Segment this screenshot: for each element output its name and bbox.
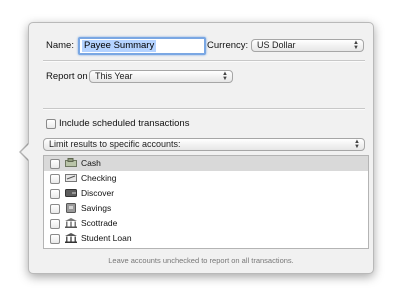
include-scheduled-label: Include scheduled transactions bbox=[59, 118, 190, 129]
report-on-label: Report on bbox=[46, 71, 88, 82]
account-checkbox[interactable] bbox=[50, 234, 60, 244]
include-scheduled-checkbox[interactable] bbox=[46, 119, 56, 129]
account-name: Savings bbox=[81, 203, 112, 213]
report-on-select-value: This Year bbox=[95, 71, 133, 81]
bank-building-icon bbox=[65, 233, 77, 243]
account-name: Discover bbox=[81, 188, 115, 198]
list-item[interactable]: Student Loan bbox=[44, 231, 368, 246]
divider bbox=[43, 108, 365, 110]
account-name: Student Loan bbox=[81, 233, 132, 243]
accounts-list[interactable]: Cash Checking Discover Savings Scottrade… bbox=[43, 155, 369, 249]
wallet-icon bbox=[65, 189, 77, 197]
up-down-arrows-icon: ▲ ▼ bbox=[354, 139, 360, 150]
account-checkbox[interactable] bbox=[50, 219, 60, 229]
up-down-arrows-icon: ▲ ▼ bbox=[222, 71, 228, 82]
checkbook-icon bbox=[65, 174, 77, 182]
limit-results-select[interactable]: Limit results to specific accounts: ▲ ▼ bbox=[43, 138, 365, 151]
bank-building-icon bbox=[65, 218, 77, 228]
list-item[interactable]: Discover bbox=[44, 186, 368, 201]
divider bbox=[43, 60, 365, 62]
list-item[interactable]: Checking bbox=[44, 171, 368, 186]
account-name: Cash bbox=[81, 158, 101, 168]
currency-select-value: US Dollar bbox=[257, 40, 296, 50]
account-name: Checking bbox=[81, 173, 117, 183]
list-item[interactable]: Cash bbox=[44, 156, 368, 171]
currency-label: Currency: bbox=[207, 40, 249, 51]
cash-icon bbox=[65, 158, 77, 167]
up-down-arrows-icon: ▲ ▼ bbox=[353, 40, 359, 51]
account-checkbox[interactable] bbox=[50, 159, 60, 169]
report-on-select[interactable]: This Year ▲ ▼ bbox=[89, 70, 233, 83]
report-settings-popover: Name: Payee Summary Currency: US Dollar … bbox=[21, 22, 374, 274]
list-item[interactable]: Savings bbox=[44, 201, 368, 216]
account-name: Scottrade bbox=[81, 218, 118, 228]
footer-note: Leave accounts unchecked to report on al… bbox=[108, 256, 294, 265]
list-item[interactable]: Scottrade bbox=[44, 216, 368, 231]
account-checkbox[interactable] bbox=[50, 204, 60, 214]
piggy-bank-icon bbox=[66, 203, 76, 213]
name-field-value: Payee Summary bbox=[82, 40, 157, 52]
account-checkbox[interactable] bbox=[50, 174, 60, 184]
name-field[interactable]: Payee Summary bbox=[78, 37, 206, 55]
limit-results-select-value: Limit results to specific accounts: bbox=[49, 139, 181, 149]
currency-select[interactable]: US Dollar ▲ ▼ bbox=[251, 39, 364, 52]
account-checkbox[interactable] bbox=[50, 189, 60, 199]
name-label: Name: bbox=[46, 40, 74, 51]
popover-arrow-inner bbox=[21, 143, 30, 161]
